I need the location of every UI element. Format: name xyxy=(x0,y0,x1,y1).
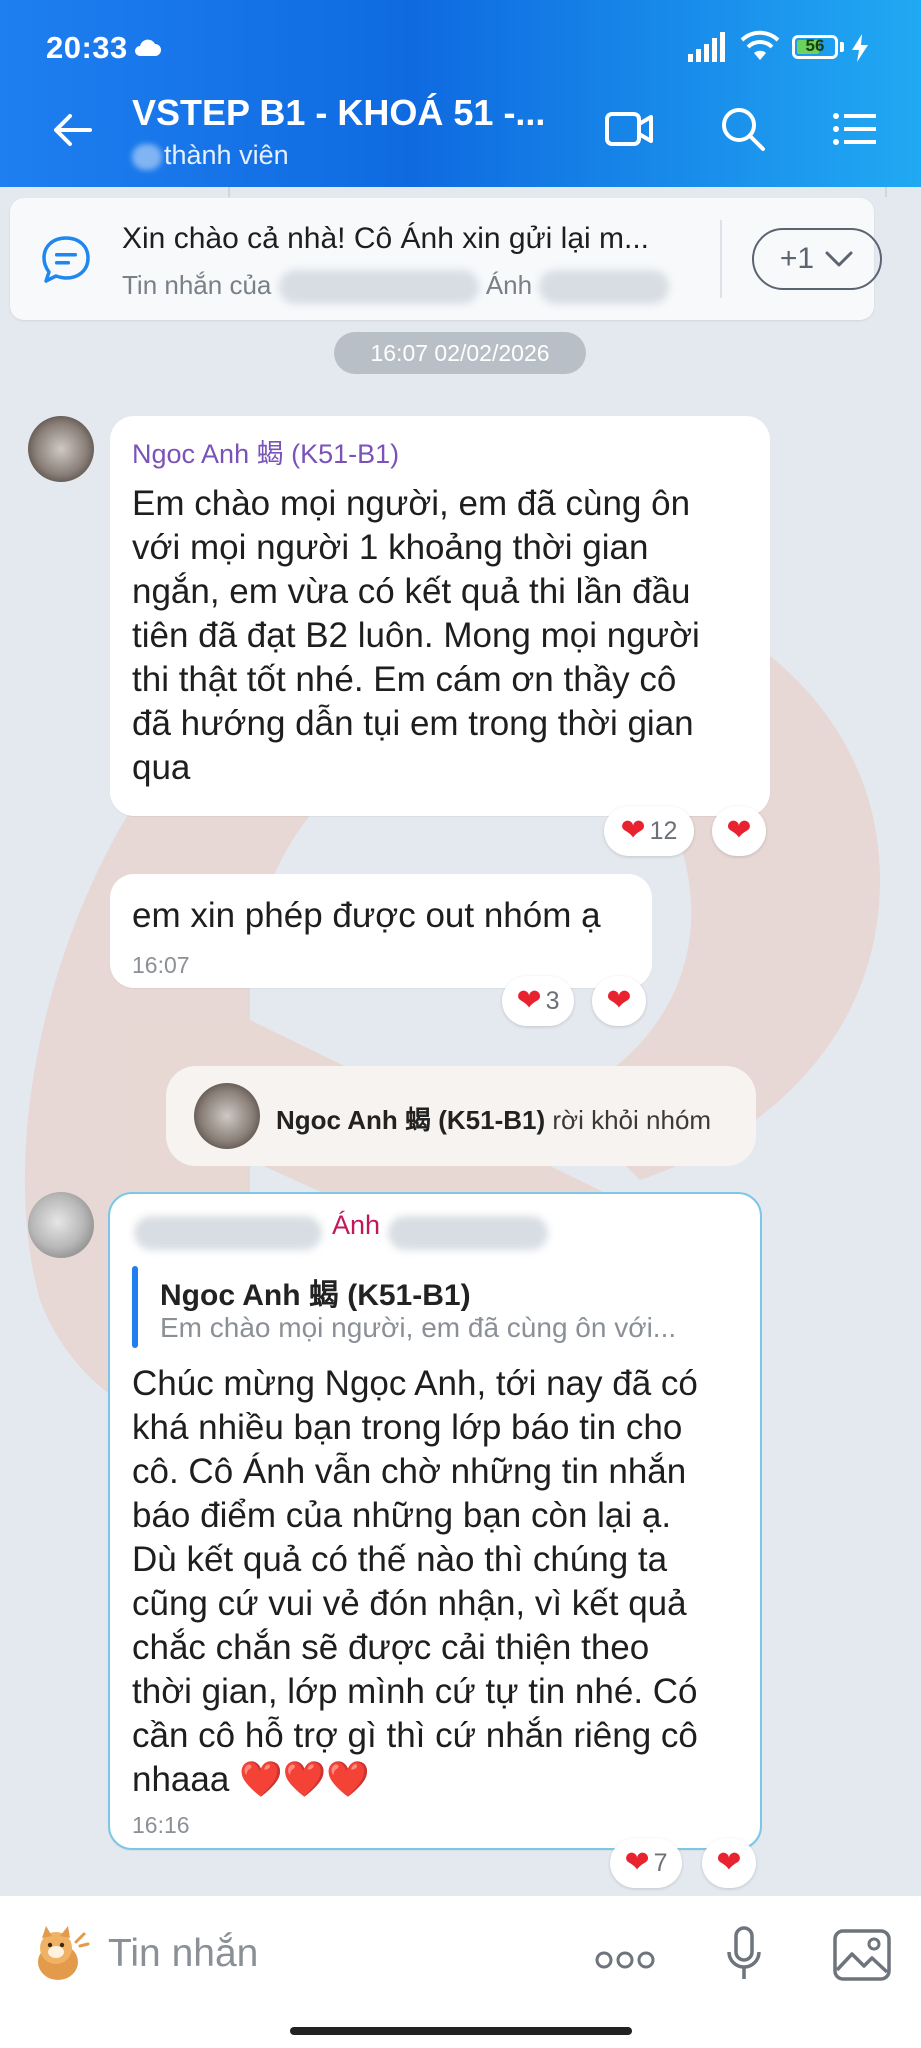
message-line: báo điểm của những bạn còn lại ạ. xyxy=(132,1496,672,1535)
wifi-icon xyxy=(740,30,780,60)
quoted-text[interactable]: Em chào mọi người, em đã cùng ôn với... xyxy=(160,1312,676,1344)
system-action: rời khỏi nhóm xyxy=(552,1105,712,1135)
message-text: Em chào mọi người, em đã cùng ôn với mọi… xyxy=(132,482,700,790)
message-bubble[interactable]: Ánh Ngoc Anh 蝎 (K51-B1) Em chào mọi ngườ… xyxy=(108,1192,762,1850)
pinned-more-count: +1 xyxy=(779,242,815,275)
message-text: Chúc mừng Ngọc Anh, tới nay đã có khá nh… xyxy=(132,1362,698,1802)
pinned-message[interactable]: Xin chào cả nhà! Cô Ánh xin gửi lại m...… xyxy=(10,198,882,320)
message-line: đã hướng dẫn tụi em trong thời gian xyxy=(132,704,694,743)
system-member-name[interactable]: Ngoc Anh 蝎 (K51-B1) xyxy=(276,1105,545,1135)
message-line: cũng cứ vui vẻ đón nhận, vì kết quả xyxy=(132,1584,687,1623)
message-time: 16:16 xyxy=(132,1812,190,1838)
video-call-icon[interactable] xyxy=(604,104,654,154)
pinned-connector xyxy=(228,187,887,197)
message-composer: Tin nhắn xyxy=(0,1896,921,2048)
react-button[interactable]: ❤ xyxy=(712,806,766,856)
avatar[interactable] xyxy=(194,1083,260,1149)
reaction-count: 3 xyxy=(545,986,560,1015)
status-time: 20:33 xyxy=(46,30,128,65)
pinned-chat-icon xyxy=(42,236,90,283)
message-line: ngắn, em vừa có kết quả thi lần đầu xyxy=(132,572,691,611)
pinned-sender-prefix: Tin nhắn của xyxy=(122,270,272,300)
message-line: Dù kết quả có thế nào thì chúng ta xyxy=(132,1540,668,1579)
heart-icon: ❤ xyxy=(620,814,646,847)
message-bubble[interactable]: em xin phép được out nhóm ạ 16:07 xyxy=(110,874,652,988)
redacted-name-2 xyxy=(388,1216,548,1250)
home-indicator[interactable] xyxy=(290,2027,632,2035)
message-line: cần cô hỗ trợ gì thì cứ nhắn riêng cô xyxy=(132,1716,698,1755)
message-line: khá nhiều bạn trong lớp báo tin cho xyxy=(132,1408,683,1447)
heart-icon: ❤ xyxy=(716,1846,742,1879)
heart-icon: ❤ xyxy=(726,814,752,847)
avatar[interactable] xyxy=(28,1192,94,1258)
message-input[interactable]: Tin nhắn xyxy=(108,1932,258,1976)
message-time: 16:07 xyxy=(132,952,190,978)
cloud-icon xyxy=(135,39,161,56)
message-line: nhaaa ❤️❤️❤️ xyxy=(132,1760,370,1799)
chevron-down-icon xyxy=(825,251,853,267)
message-line: chắc chắn sẽ được cải thiện theo xyxy=(132,1628,650,1667)
date-separator: 16:07 02/02/2026 xyxy=(334,332,586,374)
search-icon[interactable] xyxy=(718,104,768,154)
reaction-summary[interactable]: ❤ 3 xyxy=(502,976,574,1026)
pinned-text: Xin chào cả nhà! Cô Ánh xin gửi lại m... xyxy=(122,222,650,255)
message-line: cô. Cô Ánh vẫn chờ những tin nhắn xyxy=(132,1452,687,1491)
battery-icon: 56 xyxy=(792,35,838,59)
redacted-count xyxy=(132,143,162,170)
quoted-sender[interactable]: Ngoc Anh 蝎 (K51-B1) xyxy=(160,1270,471,1314)
message-sender[interactable]: Ngoc Anh 蝎 (K51-B1) xyxy=(132,432,399,471)
charging-icon xyxy=(852,34,868,62)
member-count: thành viên xyxy=(132,140,289,171)
react-button[interactable]: ❤ xyxy=(702,1838,756,1888)
reaction-summary[interactable]: ❤ 12 xyxy=(604,806,694,856)
pinned-sender: Tin nhắn của Ánh xyxy=(122,270,670,305)
status-bar: 20:33 56 xyxy=(0,0,921,78)
message-bubble[interactable]: Ngoc Anh 蝎 (K51-B1) Em chào mọi người, e… xyxy=(110,416,770,816)
pinned-divider xyxy=(720,220,722,298)
message-line: thi thật tốt nhé. Em cám ơn thầy cô xyxy=(132,660,677,699)
more-dots-icon[interactable] xyxy=(594,1948,656,1972)
message-line: thời gian, lớp mình cứ tự tin nhé. Có xyxy=(132,1672,698,1711)
menu-icon[interactable] xyxy=(830,104,880,154)
image-icon[interactable] xyxy=(832,1928,892,1982)
message-text: em xin phép được out nhóm ạ xyxy=(132,896,601,935)
reaction-summary[interactable]: ❤ 7 xyxy=(610,1838,682,1888)
reaction-count: 7 xyxy=(653,1848,668,1877)
system-message: Ngoc Anh 蝎 (K51-B1) rời khỏi nhóm xyxy=(166,1066,756,1166)
redacted-name xyxy=(134,1216,322,1250)
pinned-more-button[interactable]: +1 xyxy=(752,228,882,290)
pinned-sender-name: Ánh xyxy=(485,270,533,300)
group-title[interactable]: VSTEP B1 - KHOÁ 51 -... xyxy=(132,92,545,134)
message-line: qua xyxy=(132,748,191,787)
reaction-count: 12 xyxy=(649,816,678,845)
avatar[interactable] xyxy=(28,416,94,482)
message-line: Em chào mọi người, em đã cùng ôn xyxy=(132,484,691,523)
message-line: tiên đã đạt B2 luôn. Mong mọi người xyxy=(132,616,700,655)
redacted-name xyxy=(278,270,479,305)
battery-level: 56 xyxy=(805,36,825,55)
quote-bar xyxy=(132,1266,138,1348)
signal-icon xyxy=(688,32,725,62)
heart-icon: ❤ xyxy=(624,1846,650,1879)
heart-icon: ❤ xyxy=(516,984,542,1017)
heart-icon: ❤ xyxy=(606,984,632,1017)
redacted-name-2 xyxy=(539,270,670,305)
chat-header: VSTEP B1 - KHOÁ 51 -... thành viên xyxy=(0,78,921,187)
message-line: Chúc mừng Ngọc Anh, tới nay đã có xyxy=(132,1364,698,1403)
back-arrow-icon[interactable] xyxy=(50,108,94,152)
battery-tip xyxy=(840,42,844,52)
top-bar: 20:33 56 VSTEP B1 - KHOÁ 51 -... thành v… xyxy=(0,0,921,187)
react-button[interactable]: ❤ xyxy=(592,976,646,1026)
message-line: với mọi người 1 khoảng thời gian xyxy=(132,528,649,567)
subtitle-label: thành viên xyxy=(164,140,289,170)
system-message-text: Ngoc Anh 蝎 (K51-B1) rời khỏi nhóm xyxy=(276,1100,711,1137)
message-sender[interactable]: Ánh xyxy=(332,1210,380,1241)
sticker-icon[interactable] xyxy=(28,1924,92,1988)
microphone-icon[interactable] xyxy=(726,1926,762,1982)
